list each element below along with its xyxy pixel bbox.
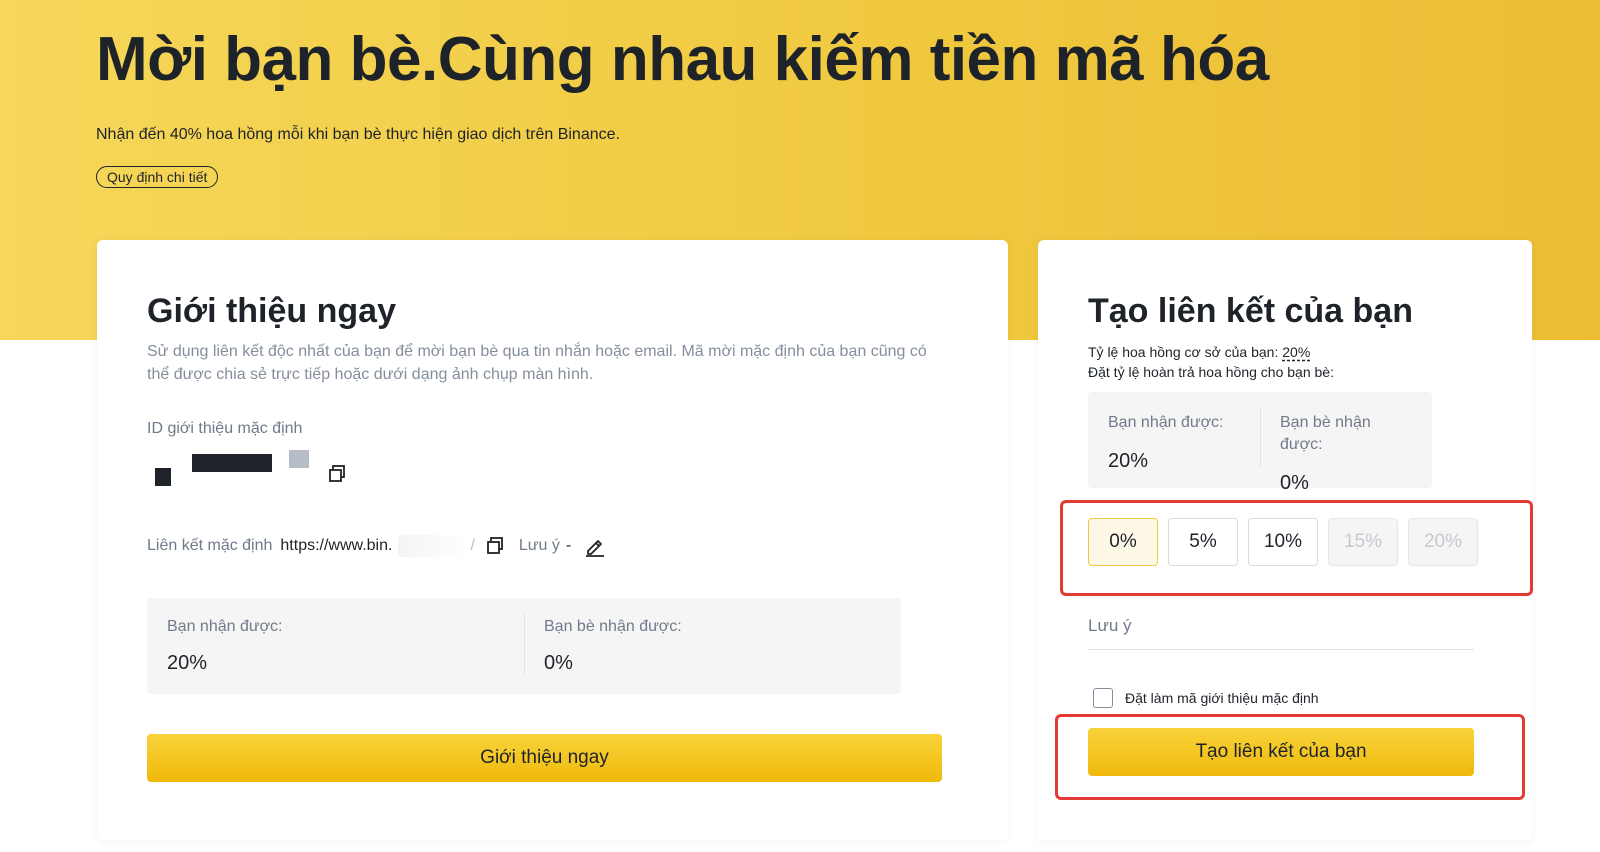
default-code-option: Đặt làm mã giới thiệu mặc định [1093, 688, 1488, 708]
create-link-button[interactable]: Tạo liên kết của bạn [1088, 728, 1474, 776]
percent-option-10[interactable]: 10% [1248, 518, 1318, 566]
default-code-label: Đặt làm mã giới thiệu mặc định [1125, 690, 1319, 706]
copy-id-icon[interactable] [327, 464, 347, 484]
refer-now-card: Giới thiệu ngay Sử dụng liên kết độc nhấ… [97, 240, 1008, 840]
you-receive-label: Bạn nhận được: [1108, 414, 1224, 431]
default-link-row: Liên kết mặc định https://www.bin. / Lưu… [147, 532, 937, 560]
create-link-card: Tạo liên kết của bạn Tỷ lệ hoa hồng cơ s… [1038, 240, 1532, 840]
friend-receives: Bạn bè nhận được: 0% [1260, 392, 1432, 494]
base-rate-label: Tỷ lệ hoa hồng cơ sở của bạn: [1088, 344, 1279, 360]
copy-link-icon[interactable] [485, 536, 505, 556]
you-receive: Bạn nhận được: 20% [147, 598, 524, 694]
rules-link-button[interactable]: Quy định chi tiết [96, 166, 219, 188]
percent-option-5[interactable]: 5% [1168, 518, 1238, 566]
note-value: - [565, 537, 572, 554]
friend-receives-label: Bạn bè nhận được: [1280, 414, 1371, 453]
redacted-block [155, 468, 171, 486]
refer-card-description: Sử dụng liên kết độc nhất của bạn để mời… [147, 343, 927, 383]
base-rate-value: 20% [1282, 344, 1311, 360]
note-label: Lưu ý [518, 537, 560, 554]
you-receive-value: 20% [1108, 450, 1149, 472]
you-receive: Bạn nhận được: 20% [1088, 392, 1260, 488]
note-input[interactable]: Lưu ý [1088, 614, 1474, 650]
redacted-block [289, 450, 309, 468]
rate-split-box: Bạn nhận được: 20% Bạn bè nhận được: 0% [1088, 392, 1432, 494]
redacted-block [192, 454, 272, 472]
base-rate-line: Tỷ lệ hoa hồng cơ sở của bạn: 20% [1088, 342, 1488, 362]
default-code-checkbox[interactable] [1093, 688, 1113, 708]
hero-subtitle: Nhận đến 40% hoa hồng mỗi khi bạn bè thự… [96, 126, 620, 143]
edit-pencil-icon[interactable] [583, 534, 607, 558]
default-link-value: https://www.bin. [280, 537, 393, 554]
percent-option-0[interactable]: 0% [1088, 518, 1158, 566]
you-receive-label: Bạn nhận được: [167, 618, 283, 635]
create-link-title: Tạo liên kết của bạn [1088, 292, 1413, 330]
percent-options: 0% 5% 10% 15% 20% [1088, 518, 1488, 566]
refer-now-button[interactable]: Giới thiệu ngay [147, 734, 942, 782]
you-receive-value: 20% [167, 652, 208, 674]
redacted-link [398, 535, 471, 557]
percent-option-15[interactable]: 15% [1328, 518, 1398, 566]
friend-receives-value: 0% [1280, 472, 1309, 494]
friend-receives-value: 0% [544, 652, 573, 674]
hero-section: Mời bạn bè.Cùng nhau kiếm tiền mã hóa Nh… [96, 22, 1396, 188]
page-title: Mời bạn bè.Cùng nhau kiếm tiền mã hóa [96, 25, 1269, 94]
referral-id-value [147, 446, 937, 498]
commission-share-box: Bạn nhận được: 20% Bạn bè nhận được: 0% [147, 598, 901, 694]
friend-receives-label: Bạn bè nhận được: [544, 618, 682, 635]
percent-option-20[interactable]: 20% [1408, 518, 1478, 566]
friend-receives: Bạn bè nhận được: 0% [524, 598, 901, 694]
refer-card-title: Giới thiệu ngay [147, 292, 396, 330]
default-link-suffix: / [470, 537, 475, 554]
referral-id-label: ID giới thiệu mặc định [147, 420, 303, 437]
default-link-label: Liên kết mặc định [147, 537, 273, 554]
set-rate-label: Đặt tỷ lệ hoàn trả hoa hồng cho bạn bè: [1088, 364, 1334, 380]
